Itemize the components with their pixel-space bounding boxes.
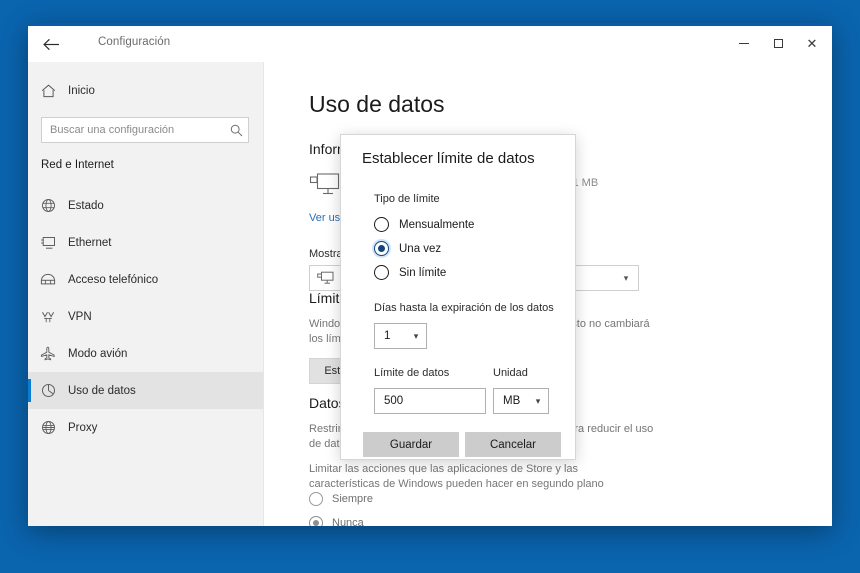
home-icon xyxy=(28,84,68,98)
dialog-title: Establecer límite de datos xyxy=(362,150,535,167)
sidebar-nav-list: Estado Ethernet xyxy=(28,187,263,446)
bg-radio-label: Nunca xyxy=(332,517,364,526)
sidebar-item-uso-de-datos[interactable]: Uso de datos xyxy=(28,372,263,409)
bg-radio-nunca[interactable]: Nunca xyxy=(309,516,364,526)
sidebar-item-modo-avion[interactable]: Modo avión xyxy=(28,335,263,372)
monitor-icon xyxy=(310,271,340,285)
save-button[interactable]: Guardar xyxy=(363,432,459,457)
status-globe-icon xyxy=(28,198,68,213)
sidebar-home-label: Inicio xyxy=(68,85,95,97)
sidebar-item-label: Uso de datos xyxy=(68,385,136,397)
dialup-icon xyxy=(28,273,68,286)
bg-radio-siempre[interactable]: Siempre xyxy=(309,492,373,506)
radio-label: Mensualmente xyxy=(399,219,474,231)
sidebar-item-acceso-telefonico[interactable]: Acceso telefónico xyxy=(28,261,263,298)
radio-icon xyxy=(309,492,323,506)
sidebar-item-label: VPN xyxy=(68,311,92,323)
proxy-globe-icon xyxy=(28,420,68,435)
radio-label: Sin límite xyxy=(399,267,446,279)
maximize-icon xyxy=(774,39,783,48)
unidad-label: Unidad xyxy=(493,367,528,379)
dias-expiracion-label: Días hasta la expiración de los datos xyxy=(374,302,554,314)
chevron-down-icon: ▾ xyxy=(528,396,548,407)
close-icon: ✕ xyxy=(807,37,818,50)
sidebar-item-label: Modo avión xyxy=(68,348,127,360)
cancel-button[interactable]: Cancelar xyxy=(465,432,561,457)
sidebar-item-home[interactable]: Inicio xyxy=(28,76,263,106)
title-bar: Configuración ✕ xyxy=(28,26,832,62)
sidebar-item-label: Proxy xyxy=(68,422,97,434)
radio-option-una-vez[interactable]: Una vez xyxy=(374,241,441,256)
sidebar-item-estado[interactable]: Estado xyxy=(28,187,263,224)
app-title: Configuración xyxy=(98,36,170,48)
airplane-icon xyxy=(28,346,68,361)
vpn-icon xyxy=(28,310,68,324)
search-input[interactable] xyxy=(42,124,224,136)
radio-option-mensualmente[interactable]: Mensualmente xyxy=(374,217,474,232)
monitor-icon xyxy=(309,172,341,198)
radio-icon xyxy=(374,217,389,232)
search-icon[interactable] xyxy=(224,124,248,137)
dias-select[interactable]: 1 ▾ xyxy=(374,323,427,349)
close-button[interactable]: ✕ xyxy=(795,29,829,58)
radio-label: Una vez xyxy=(399,243,441,255)
page-title: Uso de datos xyxy=(309,91,445,118)
sidebar-item-ethernet[interactable]: Ethernet xyxy=(28,224,263,261)
back-arrow-icon[interactable] xyxy=(36,30,66,58)
sidebar-section-heading: Red e Internet xyxy=(41,159,114,171)
dias-select-value: 1 xyxy=(375,330,406,342)
sidebar: Inicio Red e Internet xyxy=(28,62,264,526)
search-box[interactable] xyxy=(41,117,249,143)
sidebar-item-proxy[interactable]: Proxy xyxy=(28,409,263,446)
chevron-down-icon: ▾ xyxy=(614,273,638,284)
radio-icon xyxy=(374,265,389,280)
radio-icon xyxy=(309,516,323,526)
limite-datos-input[interactable] xyxy=(374,388,486,414)
sidebar-item-label: Acceso telefónico xyxy=(68,274,158,286)
sidebar-item-label: Estado xyxy=(68,200,104,212)
radio-option-sin-limite[interactable]: Sin límite xyxy=(374,265,446,280)
unidad-select[interactable]: MB ▾ xyxy=(493,388,549,414)
limitar-description: Limitar las acciones que las aplicacione… xyxy=(309,462,649,492)
minimize-button[interactable] xyxy=(727,29,761,58)
limit-type-label: Tipo de límite xyxy=(374,193,440,205)
minimize-icon xyxy=(739,43,749,44)
maximize-button[interactable] xyxy=(761,29,795,58)
set-data-limit-dialog: Establecer límite de datos Tipo de límit… xyxy=(340,134,576,460)
unidad-select-value: MB xyxy=(494,395,528,407)
ethernet-icon xyxy=(28,236,68,250)
radio-icon-selected xyxy=(374,241,389,256)
data-usage-icon xyxy=(28,383,68,398)
bg-radio-label: Siempre xyxy=(332,493,373,505)
sidebar-item-label: Ethernet xyxy=(68,237,111,249)
limite-datos-label: Límite de datos xyxy=(374,367,449,379)
settings-window: Configuración ✕ Inicio xyxy=(28,23,832,526)
sidebar-item-vpn[interactable]: VPN xyxy=(28,298,263,335)
chevron-down-icon: ▾ xyxy=(406,331,426,342)
